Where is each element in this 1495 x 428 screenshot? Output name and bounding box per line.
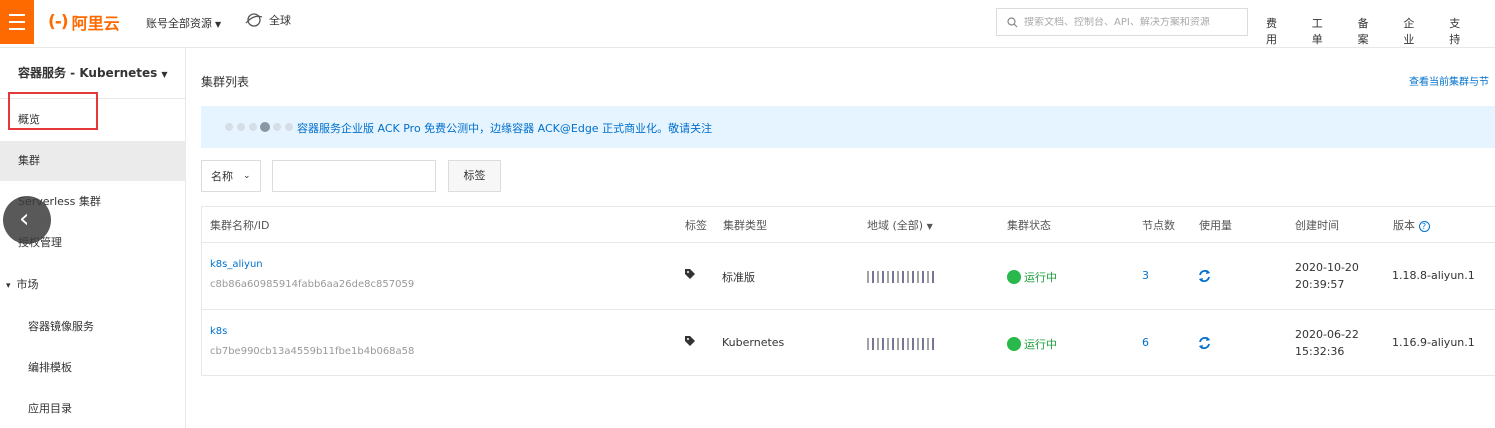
cluster-name-link[interactable]: k8s_aliyun <box>210 259 263 270</box>
col-header-name: 集群名称/ID <box>210 219 270 232</box>
col-header-nodes: 节点数 <box>1142 219 1175 232</box>
product-switcher[interactable]: 容器服务 - Kubernetes ▼ <box>18 64 167 81</box>
sidebar-item-image-service[interactable]: 容器镜像服务 <box>0 307 186 347</box>
node-count-link[interactable]: 6 <box>1142 336 1149 349</box>
filter-field-select[interactable]: 名称 ⌄ <box>201 160 261 192</box>
col-header-created: 创建时间 <box>1295 219 1339 232</box>
help-icon[interactable]: ? <box>1418 221 1430 232</box>
top-link-icp[interactable]: 备案 <box>1358 15 1380 47</box>
cluster-id: cb7be990cb13a4559b11fbe1b4b068a58 <box>210 346 415 357</box>
caret-down-icon: ▼ <box>926 222 933 231</box>
top-link-support[interactable]: 支持 <box>1449 15 1471 47</box>
sidebar-item-app-catalog[interactable]: 应用目录 <box>0 389 186 428</box>
status-badge: 运行中 <box>1007 336 1057 352</box>
col-header-type: 集群类型 <box>723 219 767 232</box>
back-arrow-button[interactable]: ‹ <box>3 196 51 244</box>
account-resource-dropdown[interactable]: 账号全部资源 ▼ <box>146 15 221 31</box>
cluster-type: Kubernetes <box>722 336 785 349</box>
logo-mark: (-) <box>48 12 69 32</box>
table-row: k8s cb7be990cb13a4559b11fbe1b4b068a58 Ku… <box>202 310 1495 377</box>
product-title: 容器服务 - Kubernetes <box>18 66 158 80</box>
cluster-version: 1.16.9-aliyun.1 <box>1392 336 1475 349</box>
status-dot <box>1007 270 1021 284</box>
sidebar-item-market-label: 市场 <box>16 278 39 291</box>
tag-filter-button[interactable]: 标签 <box>448 160 501 192</box>
filter-input[interactable] <box>272 160 436 192</box>
menu-icon[interactable] <box>0 0 34 44</box>
aliyun-logo[interactable]: (-) 阿里云 <box>48 11 120 33</box>
cluster-id: c8b86a60985914fabb6aa26de8c857059 <box>210 279 415 290</box>
notice-banner: 容器服务企业版 ACK Pro 免费公测中，边缘容器 ACK@Edge 正式商业… <box>201 106 1495 148</box>
global-search[interactable] <box>996 8 1248 36</box>
sidebar-item-templates[interactable]: 编排模板 <box>0 348 186 388</box>
status-dot <box>1007 337 1021 351</box>
view-cluster-quota-link[interactable]: 查看当前集群与节 <box>1409 73 1489 88</box>
region-value <box>867 338 937 350</box>
col-header-status: 集群状态 <box>1007 219 1051 232</box>
filter-field-value: 名称 <box>211 170 233 183</box>
col-header-version: 版本 ? <box>1393 217 1430 233</box>
chevron-down-icon: ⌄ <box>243 171 251 181</box>
cluster-type: 标准版 <box>722 271 755 284</box>
node-count-link[interactable]: 3 <box>1142 269 1149 282</box>
sidebar-item-market[interactable]: ▾ 市场 <box>0 265 186 305</box>
refresh-icon[interactable] <box>1198 336 1211 350</box>
globe-icon <box>245 13 263 27</box>
refresh-icon[interactable] <box>1198 269 1211 283</box>
page-title: 集群列表 <box>201 75 250 89</box>
status-text: 运行中 <box>1024 338 1057 351</box>
account-resource-label: 账号全部资源 <box>146 17 212 30</box>
col-header-usage: 使用量 <box>1199 219 1232 232</box>
chevron-left-icon: ‹ <box>19 204 30 234</box>
notice-text[interactable]: 容器服务企业版 ACK Pro 免费公测中，边缘容器 ACK@Edge 正式商业… <box>297 120 712 136</box>
region-selector[interactable]: 全球 <box>245 12 291 28</box>
status-badge: 运行中 <box>1007 269 1057 285</box>
caret-down-icon: ▼ <box>161 70 168 79</box>
tag-icon[interactable] <box>684 268 696 280</box>
created-date: 2020-10-20 <box>1295 261 1359 274</box>
top-link-enterprise[interactable]: 企业 <box>1403 15 1425 47</box>
logo-text: 阿里云 <box>71 14 120 33</box>
col-header-tags: 标签 <box>685 219 707 232</box>
sidebar-item-clusters[interactable]: 集群 <box>0 141 186 181</box>
table-row: k8s_aliyun c8b86a60985914fabb6aa26de8c85… <box>202 243 1495 310</box>
created-date: 2020-06-22 <box>1295 328 1359 341</box>
created-time: 15:32:36 <box>1295 345 1345 358</box>
col-header-region-label: 地域 (全部) <box>867 219 924 232</box>
highlight-box <box>8 92 98 130</box>
status-text: 运行中 <box>1024 271 1057 284</box>
region-value <box>867 271 937 283</box>
col-header-version-label: 版本 <box>1393 219 1415 232</box>
cluster-name-link[interactable]: k8s <box>210 326 227 337</box>
caret-down-icon: ▼ <box>215 20 222 29</box>
top-link-billing[interactable]: 费用 <box>1266 15 1288 47</box>
col-header-region[interactable]: 地域 (全部) ▼ <box>867 217 933 233</box>
tag-icon[interactable] <box>684 335 696 347</box>
expand-arrow-icon: ▾ <box>6 281 11 291</box>
cluster-table: 集群名称/ID 标签 集群类型 地域 (全部) ▼ 集群状态 节点数 使用量 创… <box>201 206 1495 376</box>
top-navigation-bar: (-) 阿里云 账号全部资源▼ 全球 费用 工单 备案 企业 支持 <box>0 0 1495 48</box>
notice-icon <box>225 122 293 132</box>
search-input[interactable] <box>1024 16 1244 28</box>
search-icon <box>1007 16 1018 27</box>
cluster-version: 1.18.8-aliyun.1 <box>1392 269 1475 282</box>
created-time: 20:39:57 <box>1295 278 1345 291</box>
top-links: 费用 工单 备案 企业 支持 <box>1266 15 1495 47</box>
region-label: 全球 <box>269 14 291 27</box>
table-header: 集群名称/ID 标签 集群类型 地域 (全部) ▼ 集群状态 节点数 使用量 创… <box>202 207 1495 243</box>
top-link-ticket[interactable]: 工单 <box>1312 15 1334 47</box>
